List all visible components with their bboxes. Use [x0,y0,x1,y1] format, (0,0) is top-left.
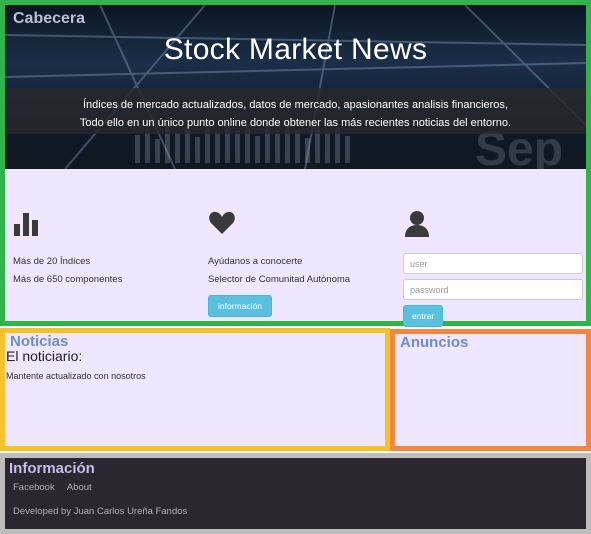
hero-description-line1: Índices de mercado actualizados, datos d… [83,99,508,111]
noticias-subtitle: El noticiario: [6,348,83,364]
heart-icon [209,211,235,234]
anuncios-title: Anuncios [400,334,469,351]
feature-community: Ayúdanos a conocerte Selector de Comunit… [208,209,350,317]
hero-description-line2: Todo ello en un único punto online donde… [79,117,512,129]
feature-community-line2: Selector de Comunitad Autònoma [208,274,351,285]
entrar-button[interactable]: entrar [403,305,444,327]
page-title: Stock Market News [163,33,428,66]
stock-chart-background: Sep [5,5,586,169]
informacion-button[interactable]: información [208,295,272,317]
header-section: Sep Cabecera Stock Market News Índices d… [0,0,591,327]
about-link[interactable]: About [67,482,92,493]
hero-description: Índices de mercado actualizados, datos d… [5,96,586,132]
feature-indices-line1: Más de 20 Índices [13,256,91,267]
login-form: entrar [403,209,583,327]
footer-section: Información Facebook About Developed by … [0,453,591,534]
user-icon [405,211,429,237]
user-input[interactable] [403,253,583,274]
footer-links: Facebook About [13,482,102,493]
feature-community-line1: Ayúdanos a conocerte [208,256,303,267]
password-input[interactable] [403,279,583,300]
noticias-text: Mantente actualizado con nosotros [6,371,146,381]
section-label-cabecera: Cabecera [13,10,86,27]
feature-indices: Más de 20 Índices Más de 650 componentes [13,209,122,289]
anuncios-section: Anuncios [390,329,591,451]
hero-banner: Sep Cabecera Stock Market News Índices d… [5,5,586,169]
facebook-link[interactable]: Facebook [13,482,55,493]
bar-chart-icon [14,213,38,236]
feature-indices-line2: Más de 650 componentes [13,274,123,285]
footer-title: Información [9,460,95,477]
footer-credit: Developed by Juan Carlos Ureña Fandos [13,506,188,517]
noticias-section: Noticias El noticiario: Mantente actuali… [0,328,390,451]
